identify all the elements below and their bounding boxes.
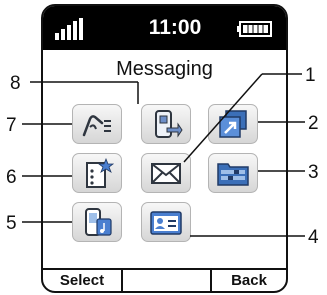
callout-8: 8 [10,73,21,94]
callout-3: 3 [308,162,319,183]
callout-layer: 1 2 3 4 5 6 7 8 [6,65,319,248]
callout-7: 7 [6,115,17,136]
callout-5: 5 [6,213,17,234]
callout-line-1-diag [183,73,263,163]
callout-4: 4 [308,227,319,248]
callout-2: 2 [308,113,319,134]
callout-6: 6 [6,167,17,188]
callout-1: 1 [305,65,316,86]
